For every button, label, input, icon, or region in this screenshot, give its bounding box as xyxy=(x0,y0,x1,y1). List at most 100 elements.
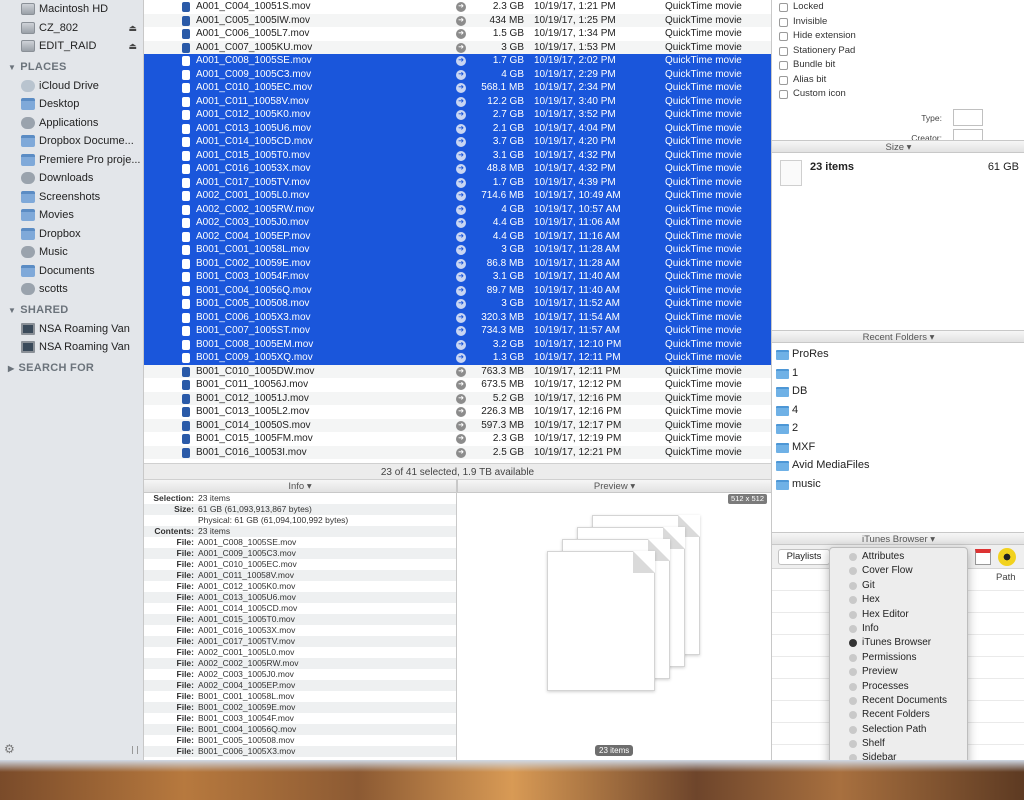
attribute-row[interactable]: Custom icon xyxy=(772,87,1024,102)
checkbox[interactable] xyxy=(779,90,788,99)
places-header[interactable]: ▼ PLACES xyxy=(0,58,143,77)
sidebar-item[interactable]: CZ_802 ⏏ xyxy=(0,19,143,38)
reveal-arrow-icon[interactable]: ➜ xyxy=(456,218,466,228)
size-panel-header[interactable]: Size ▾ xyxy=(772,140,1024,153)
calendar-icon[interactable] xyxy=(975,549,991,565)
recent-folder-item[interactable]: DB xyxy=(772,382,1024,401)
reveal-arrow-icon[interactable]: ➜ xyxy=(456,258,466,269)
eject-icon[interactable]: ⏏ xyxy=(128,19,137,38)
menu-item[interactable]: Git xyxy=(830,579,967,593)
reveal-arrow-icon[interactable]: ➜ xyxy=(456,164,466,174)
file-row[interactable]: B001_C001_10058L.mov ➜ 3 GB 10/19/17, 11:28… xyxy=(144,243,771,257)
preview-panel-header[interactable]: Preview ▾ xyxy=(457,480,771,493)
sidebar-item[interactable]: Applications xyxy=(0,114,143,133)
reveal-arrow-icon[interactable]: ➜ xyxy=(456,434,466,444)
disclosure-triangle-icon[interactable]: ▼ xyxy=(8,306,16,315)
reveal-arrow-icon[interactable]: ➜ xyxy=(456,447,466,458)
reveal-arrow-icon[interactable]: ➜ xyxy=(456,15,466,26)
recent-folder-item[interactable]: 2 xyxy=(772,419,1024,438)
playlists-button[interactable]: Playlists xyxy=(778,549,830,565)
reveal-arrow-icon[interactable]: ➜ xyxy=(456,137,466,147)
reveal-arrow-icon[interactable]: ➜ xyxy=(456,326,466,336)
reveal-arrow-icon[interactable]: ➜ xyxy=(456,42,466,53)
reveal-arrow-icon[interactable]: ➜ xyxy=(456,312,466,323)
menu-item[interactable]: Processes xyxy=(830,680,967,694)
reveal-arrow-icon[interactable]: ➜ xyxy=(456,29,466,39)
checkbox[interactable] xyxy=(779,46,788,56)
attribute-row[interactable]: Invisible xyxy=(772,15,1024,30)
sidebar-item[interactable]: Dropbox xyxy=(0,225,143,244)
file-row[interactable]: A001_C012_1005K0.mov ➜ 2.7 GB 10/19/17, 3:5… xyxy=(144,108,771,122)
recent-folder-item[interactable]: ProRes xyxy=(772,345,1024,364)
sidebar-item[interactable]: Macintosh HD xyxy=(0,0,143,19)
reveal-arrow-icon[interactable]: ➜ xyxy=(456,110,466,120)
reveal-arrow-icon[interactable]: ➜ xyxy=(456,69,466,80)
menu-item[interactable]: Hex xyxy=(830,593,967,607)
attribute-row[interactable]: Locked xyxy=(772,0,1024,15)
reveal-arrow-icon[interactable]: ➜ xyxy=(456,123,466,134)
file-row[interactable]: A001_C010_1005EC.mov ➜ 568.1 MB 10/19/17, 2… xyxy=(144,81,771,95)
checkbox[interactable] xyxy=(779,75,788,85)
recent-folder-item[interactable]: 4 xyxy=(772,401,1024,420)
sidebar-item[interactable]: Premiere Pro proje... xyxy=(0,151,143,170)
file-row[interactable]: A001_C008_1005SE.mov ➜ 1.7 GB 10/19/17, 2:0… xyxy=(144,54,771,68)
file-row[interactable]: A001_C015_1005T0.mov ➜ 3.1 GB 10/19/17, 4:3… xyxy=(144,148,771,162)
reveal-arrow-icon[interactable]: ➜ xyxy=(456,380,466,390)
menu-item[interactable]: Shelf xyxy=(830,737,967,751)
file-row[interactable]: A001_C016_10053X.mov ➜ 48.8 MB 10/19/17, 4:… xyxy=(144,162,771,176)
menu-item[interactable]: Info xyxy=(830,622,967,636)
attribute-row[interactable]: Hide extension xyxy=(772,29,1024,44)
reveal-arrow-icon[interactable]: ➜ xyxy=(456,177,466,188)
recent-folder-item[interactable]: MXF xyxy=(772,438,1024,457)
file-row[interactable]: B001_C013_1005L2.mov ➜ 226.3 MB 10/19/17, 1… xyxy=(144,405,771,419)
reveal-arrow-icon[interactable]: ➜ xyxy=(456,96,466,107)
reveal-arrow-icon[interactable]: ➜ xyxy=(456,191,466,201)
checkbox[interactable] xyxy=(779,32,788,41)
sidebar-item[interactable]: Documents xyxy=(0,262,143,281)
file-row[interactable]: A002_C003_1005J0.mov ➜ 4.4 GB 10/19/17, 11:… xyxy=(144,216,771,230)
search-for-header[interactable]: ▶ SEARCH FOR xyxy=(0,359,143,378)
file-row[interactable]: B001_C010_1005DW.mov ➜ 763.3 MB 10/19/17, 1… xyxy=(144,364,771,378)
reveal-arrow-icon[interactable]: ➜ xyxy=(456,56,466,66)
file-list[interactable]: A001_C004_10051S.mov ➜ 2.3 GB 10/19/17, 1:2… xyxy=(144,0,771,463)
disclosure-triangle-icon[interactable]: ▼ xyxy=(8,63,16,72)
reveal-arrow-icon[interactable]: ➜ xyxy=(456,353,466,363)
menu-item[interactable]: Permissions xyxy=(830,651,967,665)
sidebar-item[interactable]: Desktop xyxy=(0,95,143,114)
reveal-arrow-icon[interactable]: ➜ xyxy=(456,150,466,161)
sidebar-item[interactable]: iCloud Drive xyxy=(0,77,143,96)
file-row[interactable]: B001_C011_10056J.mov ➜ 673.5 MB 10/19/17, 1… xyxy=(144,378,771,392)
file-row[interactable]: B001_C014_10050S.mov ➜ 597.3 MB 10/19/17, 1… xyxy=(144,418,771,432)
itunes-browser-header[interactable]: iTunes Browser ▾ xyxy=(772,532,1024,545)
checkbox[interactable] xyxy=(779,3,788,12)
reveal-arrow-icon[interactable]: ➜ xyxy=(456,231,466,242)
reveal-arrow-icon[interactable]: ➜ xyxy=(456,245,466,255)
menu-item[interactable]: Selection Path xyxy=(830,723,967,737)
file-row[interactable]: B001_C009_1005XQ.mov ➜ 1.3 GB 10/19/17, 12:… xyxy=(144,351,771,365)
reveal-arrow-icon[interactable]: ➜ xyxy=(456,285,466,296)
file-row[interactable]: B001_C005_100508.mov ➜ 3 GB 10/19/17, 11:52… xyxy=(144,297,771,311)
sidebar-item[interactable]: Music xyxy=(0,243,143,262)
reveal-arrow-icon[interactable]: ➜ xyxy=(456,407,466,417)
file-row[interactable]: A001_C005_1005IW.mov ➜ 434 MB 10/19/17, 1:2… xyxy=(144,13,771,27)
reveal-arrow-icon[interactable]: ➜ xyxy=(456,2,466,12)
checkbox[interactable] xyxy=(779,17,788,27)
file-row[interactable]: B001_C002_10059E.mov ➜ 86.8 MB 10/19/17, 11… xyxy=(144,256,771,270)
reveal-arrow-icon[interactable]: ➜ xyxy=(456,366,466,377)
recent-folder-item[interactable]: Avid MediaFiles xyxy=(772,456,1024,475)
menu-item[interactable]: Cover Flow xyxy=(830,564,967,578)
file-row[interactable]: B001_C006_1005X3.mov ➜ 320.3 MB 10/19/17, 1… xyxy=(144,310,771,324)
radiation-icon[interactable] xyxy=(998,548,1016,566)
file-row[interactable]: B001_C007_1005ST.mov ➜ 734.3 MB 10/19/17, 1… xyxy=(144,324,771,338)
file-row[interactable]: A002_C001_1005L0.mov ➜ 714.6 MB 10/19/17, 1… xyxy=(144,189,771,203)
sidebar-item[interactable]: Downloads xyxy=(0,169,143,188)
attribute-row[interactable]: Alias bit xyxy=(772,73,1024,88)
file-row[interactable]: A001_C009_1005C3.mov ➜ 4 GB 10/19/17, 2:29 … xyxy=(144,67,771,81)
sidebar-item[interactable]: Dropbox Docume... xyxy=(0,132,143,151)
file-row[interactable]: A001_C017_1005TV.mov ➜ 1.7 GB 10/19/17, 4:3… xyxy=(144,175,771,189)
file-row[interactable]: A002_C002_1005RW.mov ➜ 4 GB 10/19/17, 10:57… xyxy=(144,202,771,216)
file-row[interactable]: B001_C003_10054F.mov ➜ 3.1 GB 10/19/17, 11:… xyxy=(144,270,771,284)
attribute-row[interactable]: Bundle bit xyxy=(772,58,1024,73)
recent-folder-item[interactable]: 1 xyxy=(772,364,1024,383)
reveal-arrow-icon[interactable]: ➜ xyxy=(456,393,466,404)
